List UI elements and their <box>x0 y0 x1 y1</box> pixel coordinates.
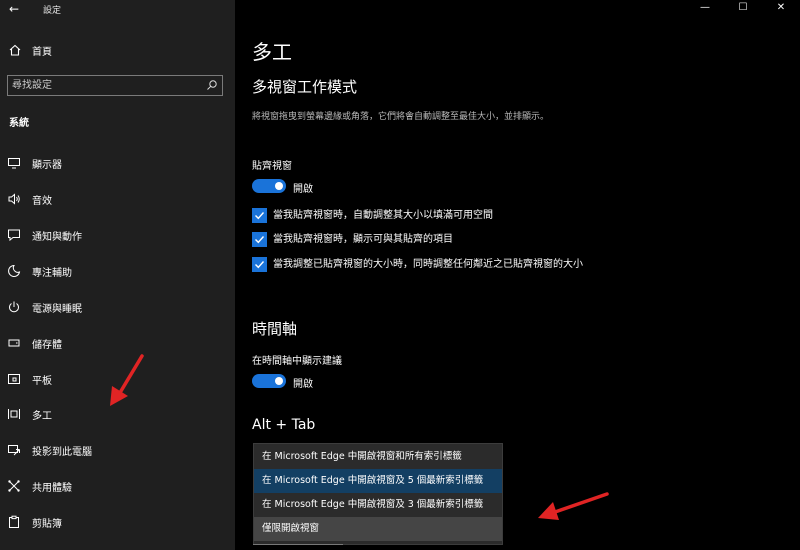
sidebar-item-notifications[interactable]: 通知與動作 <box>0 220 235 250</box>
alt-tab-option[interactable]: 僅限開啟視窗 <box>254 517 502 541</box>
checkmark-icon <box>255 236 265 244</box>
notification-icon <box>8 229 20 242</box>
sidebar-item-label: 顯示器 <box>32 159 62 171</box>
sidebar-item-label: 共用體驗 <box>32 482 72 494</box>
sidebar-item-label: 專注輔助 <box>32 267 72 279</box>
snap-toggle-caption: 貼齊視窗 <box>252 161 292 172</box>
multitasking-icon <box>8 409 20 419</box>
sidebar-item-shared-experiences[interactable]: 共用體驗 <box>0 471 235 501</box>
window-controls: — ☐ ✕ <box>686 0 800 18</box>
sidebar-item-label: 儲存體 <box>32 339 62 351</box>
sidebar-item-clipboard[interactable]: 剪貼簿 <box>0 507 235 537</box>
maximize-icon[interactable]: ☐ <box>724 0 762 18</box>
monitor-icon <box>8 158 20 169</box>
project-icon <box>8 445 20 456</box>
tablet-icon <box>8 374 20 384</box>
sidebar-item-sound[interactable]: 音效 <box>0 184 235 214</box>
search-box[interactable] <box>7 75 223 96</box>
home-link[interactable]: 首頁 <box>8 42 52 58</box>
storage-icon <box>8 339 20 347</box>
home-icon <box>9 44 21 56</box>
annotation-arrow <box>538 492 609 520</box>
search-input[interactable] <box>12 78 202 93</box>
snap-show-checkbox[interactable] <box>252 232 267 247</box>
alt-tab-option-selected[interactable]: 在 Microsoft Edge 中開啟視窗及 5 個最新索引標籤 <box>254 469 502 493</box>
checkmark-icon <box>255 212 265 220</box>
timeline-heading: 時間軸 <box>252 320 298 338</box>
home-label: 首頁 <box>32 46 52 58</box>
timeline-toggle-state: 開啟 <box>293 379 313 390</box>
sidebar-item-label: 剪貼簿 <box>32 518 62 530</box>
app-title: 設定 <box>43 6 62 16</box>
snap-resize-label: 當我調整已貼齊視窗的大小時，同時調整任何鄰近之已貼齊視窗的大小 <box>273 259 583 270</box>
timeline-toggle-caption: 在時間軸中顯示建議 <box>252 356 342 367</box>
snap-resize-checkbox[interactable] <box>252 257 267 272</box>
sidebar-item-display[interactable]: 顯示器 <box>0 148 235 178</box>
alt-tab-dropdown[interactable]: 在 Microsoft Edge 中開啟視窗和所有索引標籤 在 Microsof… <box>253 443 503 545</box>
annotation-arrow <box>110 354 144 406</box>
snap-fill-checkbox[interactable] <box>252 208 267 223</box>
speaker-icon <box>8 193 20 205</box>
close-icon[interactable]: ✕ <box>762 0 800 18</box>
clipboard-icon <box>9 515 19 528</box>
minimize-icon[interactable]: — <box>686 0 724 18</box>
snap-toggle[interactable] <box>252 179 286 193</box>
snap-fill-label: 當我貼齊視窗時，自動調整其大小以填滿可用空間 <box>273 210 493 221</box>
title-bar: ← 設定 <box>0 0 235 18</box>
sidebar-item-focus-assist[interactable]: 專注輔助 <box>0 256 235 286</box>
sidebar-item-label: 音效 <box>32 195 52 207</box>
checkmark-icon <box>255 261 265 269</box>
content-pane: — ☐ ✕ 多工 多視窗工作模式 將視窗拖曳到螢幕邊緣或角落，它們將會自動調整至… <box>235 0 800 550</box>
section-title: 系統 <box>9 118 29 129</box>
search-icon[interactable] <box>206 79 218 91</box>
snap-toggle-state: 開啟 <box>293 184 313 195</box>
sidebar: ← 設定 首頁 系統 顯示器 音效 通知與動作 專注輔助 電源與睡眠 儲存體 <box>0 0 235 550</box>
alt-tab-option[interactable]: 在 Microsoft Edge 中開啟視窗和所有索引標籤 <box>254 445 502 469</box>
back-arrow-icon[interactable]: ← <box>6 2 22 16</box>
power-icon <box>9 301 19 313</box>
sidebar-item-power[interactable]: 電源與睡眠 <box>0 292 235 322</box>
snap-heading: 多視窗工作模式 <box>252 78 358 96</box>
dropdown-underline <box>253 544 343 550</box>
sidebar-item-project[interactable]: 投影到此電腦 <box>0 435 235 465</box>
alt-tab-heading: Alt + Tab <box>252 417 316 433</box>
toggle-knob <box>275 182 283 190</box>
shared-experiences-icon <box>8 480 20 492</box>
sidebar-item-label: 平板 <box>32 375 52 387</box>
snap-description: 將視窗拖曳到螢幕邊緣或角落，它們將會自動調整至最佳大小，並排顯示。 <box>252 112 550 122</box>
sidebar-item-label: 多工 <box>32 410 52 422</box>
page-title: 多工 <box>252 40 292 64</box>
alt-tab-option[interactable]: 在 Microsoft Edge 中開啟視窗及 3 個最新索引標籤 <box>254 493 502 517</box>
sidebar-item-label: 電源與睡眠 <box>32 303 82 315</box>
snap-show-label: 當我貼齊視窗時，顯示可與其貼齊的項目 <box>273 234 453 245</box>
moon-icon <box>8 264 21 277</box>
toggle-knob <box>275 377 283 385</box>
sidebar-item-label: 投影到此電腦 <box>32 446 92 458</box>
sidebar-item-label: 通知與動作 <box>32 231 82 243</box>
timeline-toggle[interactable] <box>252 374 286 388</box>
